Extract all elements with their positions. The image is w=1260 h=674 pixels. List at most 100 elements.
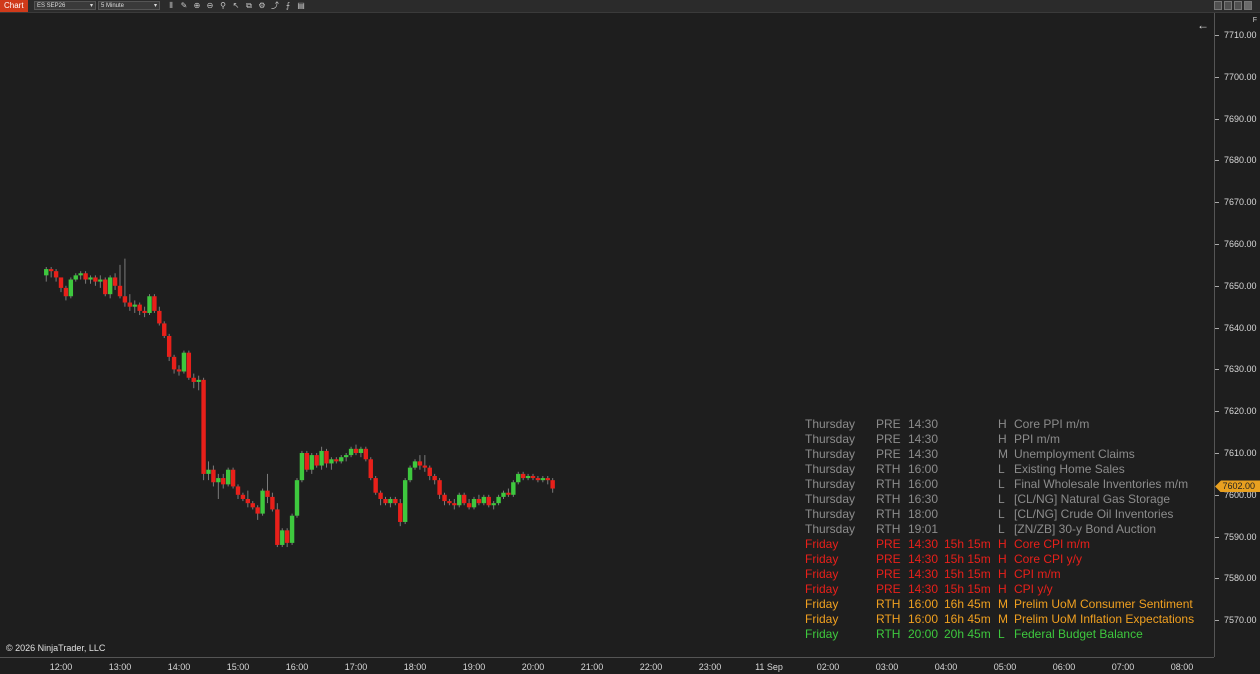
event-countdown: 15h 15m [944,537,991,551]
time-tick-label: 18:00 [403,662,427,672]
event-time: 18:00 [908,507,939,521]
candle [245,490,251,508]
candle-body [191,377,196,382]
time-tick-label: 15:00 [226,662,250,672]
candle-body [78,273,83,276]
candle [93,275,98,286]
candle-body [216,478,221,483]
event-day: Thursday [805,447,856,461]
candle-body [476,498,482,504]
event-impact: H [998,432,1007,446]
price-tick-label: 7580.00 [1215,573,1257,584]
candle [525,473,531,481]
candle-body [299,453,305,481]
properties-icon[interactable]: ⚙ [257,0,267,12]
event-day: Thursday [805,507,856,521]
candle [186,350,192,380]
candle [250,501,255,510]
candle-body [206,469,211,474]
candle-body [63,287,69,297]
candle [265,473,270,504]
candle-body [83,273,88,280]
candle [511,480,516,497]
candle [147,294,152,316]
price-tick-label: 7610.00 [1215,448,1257,458]
candle [98,275,103,288]
candle [486,494,491,508]
restore-button[interactable] [1224,1,1232,10]
zoom-in-icon[interactable]: ⊕ [192,0,202,12]
candle [501,490,506,499]
event-day: Thursday [805,462,856,476]
data-series-icon[interactable]: ⚲ [218,0,228,12]
candle [78,271,83,280]
time-axis[interactable]: 12:00 13:00 14:00 15:00 16:00 17:00 18:00 19:00… [0,657,1214,674]
interval-selector[interactable]: 5 Minute ▾ [98,1,160,10]
templates-icon[interactable]: ▤ [296,0,306,12]
candle [162,321,167,339]
price-axis[interactable]: F 7710.00 7700.00 7690.00 7680.00 7670.00 766… [1214,13,1260,657]
candle-body [230,469,236,487]
candle [314,453,319,468]
candle-body [201,379,206,474]
event-session: PRE [876,582,901,596]
candle-body [265,490,270,497]
candle [299,450,305,483]
close-button[interactable] [1244,1,1252,10]
event-impact: H [998,537,1007,551]
event-name: Federal Budget Balance [1014,627,1143,641]
indicators-icon[interactable]: ⨍ [283,0,293,12]
strategies-icon[interactable]: ⤴ [270,0,280,12]
minimize-button[interactable] [1214,1,1222,10]
candle [442,492,447,506]
event-name: Unemployment Claims [1014,447,1135,461]
price-tick-label: 7570.00 [1215,615,1257,626]
time-tick-label: 12:00 [49,662,73,672]
time-tick-label: 03:00 [875,662,899,672]
candle [88,275,93,284]
candle-body [44,269,49,276]
candle [73,273,78,282]
zoom-out-icon[interactable]: ⊖ [205,0,215,12]
candle [275,503,280,548]
event-session: RTH [876,462,901,476]
chevron-down-icon: ▾ [89,3,93,9]
bar-type-icon[interactable]: ⫴ [166,0,176,12]
candle-body [324,450,329,464]
candle-body [314,455,319,466]
candle [353,444,359,456]
snapshot-icon[interactable]: ⧉ [244,0,254,12]
candle [339,455,344,464]
candle-body [255,507,260,514]
candle-body [88,277,93,280]
candle-body [348,448,354,456]
candle [142,306,147,318]
instrument-selector[interactable]: ES SEP26 ▾ [34,1,96,10]
pointer-icon[interactable]: ↖ [231,0,241,12]
candle-body [339,457,344,462]
event-day: Thursday [805,492,856,506]
candle-body [506,492,511,495]
time-tick-label: 06:00 [1052,662,1076,672]
time-tick-label: 07:00 [1111,662,1135,672]
event-name: PPI m/m [1014,432,1061,446]
chart-tab[interactable]: Chart [0,0,28,12]
candle [132,300,137,313]
candle [206,461,211,481]
event-impact: L [998,507,1005,521]
candle [427,465,432,481]
candle [471,496,477,510]
candle-body [471,498,477,508]
maximize-button[interactable] [1234,1,1242,10]
current-price-marker: 7602.00 [1215,480,1260,493]
event-name: Core PPI m/m [1014,417,1090,431]
drawing-tool-icon[interactable]: ✎ [179,0,189,12]
candle-body [147,296,152,313]
candle-body [491,503,496,506]
candle-body [58,277,64,288]
back-arrow-icon[interactable]: ← [1197,18,1209,32]
candle-body [181,352,187,372]
event-time: 16:30 [908,492,939,506]
candle [122,258,128,307]
candle-body [289,515,295,543]
